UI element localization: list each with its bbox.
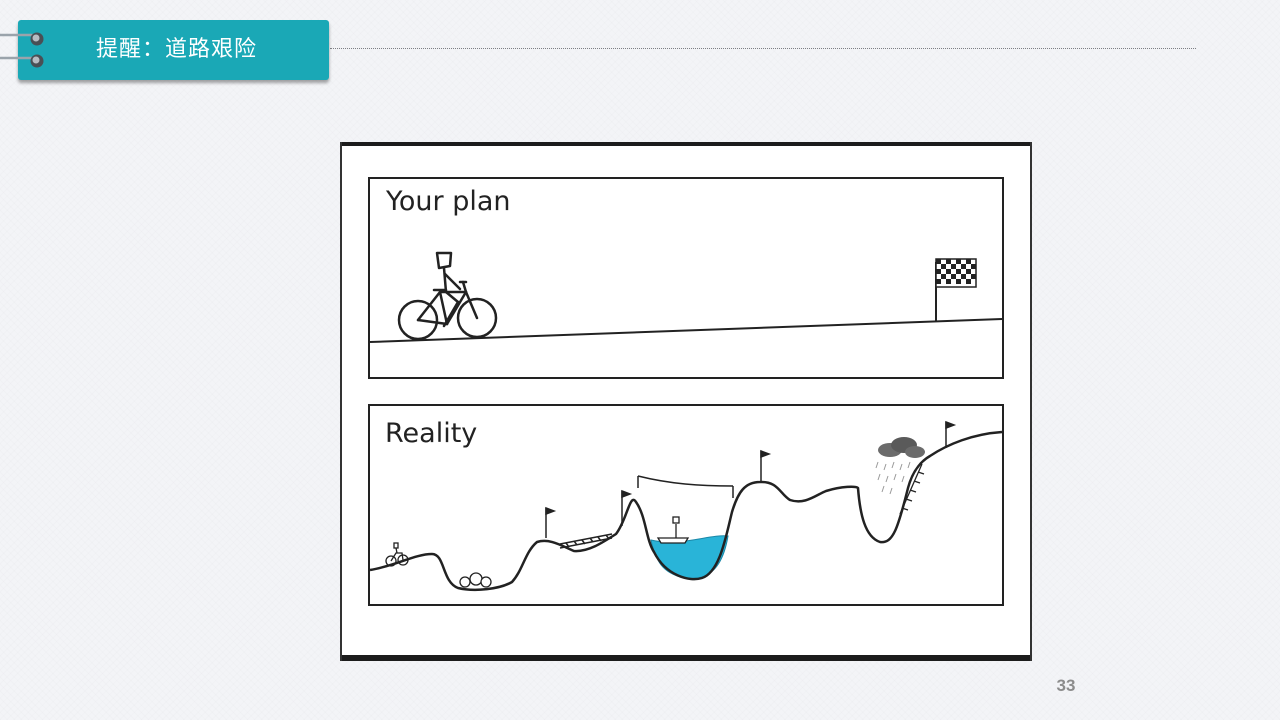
slide-title: 提醒：道路艰险	[96, 37, 258, 62]
plan-panel: Your plan	[368, 177, 1004, 379]
slide-title-tab: 提醒：道路艰险	[18, 20, 329, 80]
binder-rings-icon	[0, 32, 44, 68]
plan-vs-reality-comic: Your plan Reality	[340, 142, 1032, 661]
panel-label-plan: Your plan	[385, 186, 511, 217]
reality-panel: Reality	[368, 404, 1004, 606]
panel-label-reality: Reality	[385, 418, 477, 449]
title-divider-line	[330, 48, 1196, 49]
page-number: 33	[1056, 676, 1076, 695]
